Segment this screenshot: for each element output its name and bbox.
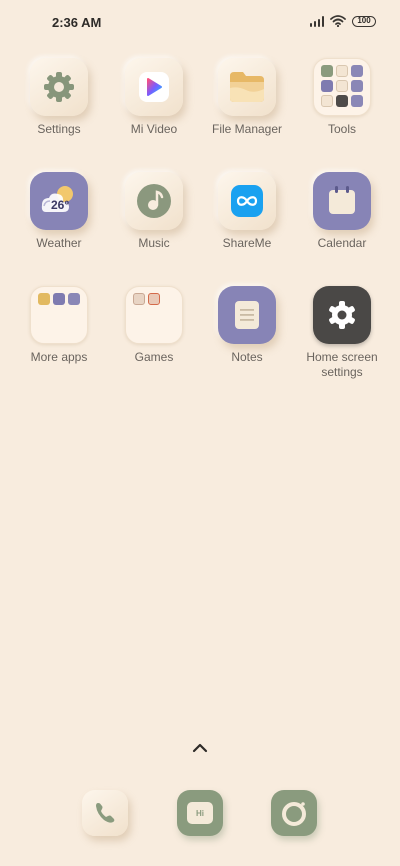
wifi-icon <box>330 15 346 27</box>
mini-app-icon <box>351 80 363 92</box>
app-label: Games <box>134 350 174 364</box>
mini-app-icon <box>336 95 348 107</box>
camera-icon[interactable] <box>271 790 317 836</box>
app-label: More apps <box>30 350 88 364</box>
folder-more-apps-preview <box>30 286 88 344</box>
calendar-icon <box>313 172 371 230</box>
mini-app-icon <box>53 293 65 305</box>
mini-app-icon <box>68 293 80 305</box>
folder-tools-preview <box>313 58 371 116</box>
weather-icon: 26° <box>30 172 88 230</box>
mi-video-icon <box>125 58 183 116</box>
app-label: Home screen settings <box>306 350 378 379</box>
messaging-bubble-text: Hi <box>196 808 204 818</box>
status-time: 2:36 AM <box>52 15 102 30</box>
shareme-icon <box>218 172 276 230</box>
home-screen: 2:36 AM 100 Settings Mi Video File Manag… <box>0 0 400 866</box>
mini-app-icon <box>38 293 50 305</box>
status-bar: 2:36 AM 100 <box>0 0 400 44</box>
battery-indicator: 100 <box>352 15 376 27</box>
app-label: Mi Video <box>130 122 178 136</box>
music-icon <box>125 172 183 230</box>
mini-app-icon <box>336 80 348 92</box>
notes-icon <box>218 286 276 344</box>
mini-app-icon <box>133 293 145 305</box>
status-icons: 100 <box>309 15 376 27</box>
folder-icon <box>218 58 276 116</box>
mini-app-icon <box>148 293 160 305</box>
app-label: Settings <box>37 122 81 136</box>
cellular-signal-icon <box>309 15 324 27</box>
app-label: Notes <box>231 350 263 364</box>
mini-app-icon <box>321 80 333 92</box>
phone-icon[interactable] <box>82 790 128 836</box>
mini-app-icon <box>336 65 348 77</box>
app-label: File Manager <box>211 122 283 136</box>
app-label: Tools <box>327 122 356 136</box>
chevron-up-icon[interactable] <box>191 741 209 753</box>
weather-temperature: 26° <box>51 198 70 212</box>
app-label: Calendar <box>317 236 367 250</box>
mini-app-icon <box>351 65 363 77</box>
settings-icon <box>30 58 88 116</box>
folder-games-preview <box>125 286 183 344</box>
app-label: Weather <box>36 236 82 250</box>
app-label: Music <box>138 236 170 250</box>
app-label: ShareMe <box>222 236 272 250</box>
messaging-icon[interactable]: Hi <box>177 790 223 836</box>
mini-app-icon <box>321 65 333 77</box>
mini-app-icon <box>351 95 363 107</box>
gear-icon <box>313 286 371 344</box>
mini-app-icon <box>321 95 333 107</box>
